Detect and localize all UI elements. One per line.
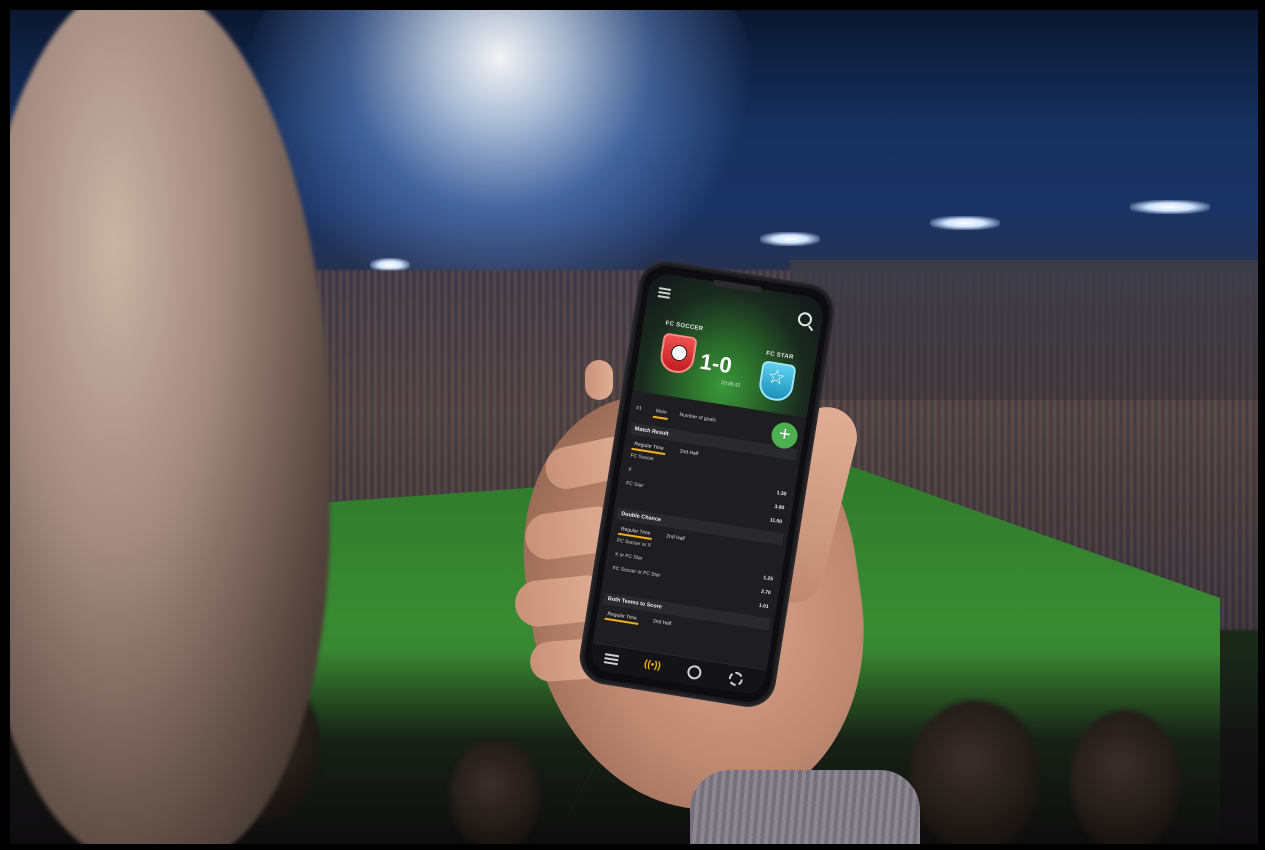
sweater-sleeve	[690, 770, 920, 844]
plus-icon: +	[777, 422, 793, 447]
subtab-2nd-half[interactable]: 2nd Half	[652, 618, 671, 627]
odds-row[interactable]: FC Soccer or FC Star 2.70	[612, 565, 771, 596]
away-team-name: FC STAR	[765, 350, 794, 361]
stadium-roof	[790, 260, 1258, 400]
spectator-head	[910, 700, 1040, 844]
live-icon[interactable]: ((•))	[643, 657, 661, 673]
tab-number[interactable]: #1	[636, 405, 642, 412]
home-team-name: FC SOCCER	[665, 320, 704, 333]
list-icon[interactable]	[603, 651, 620, 667]
odds-value: 3.80	[774, 503, 785, 512]
spectator-head	[450, 740, 540, 844]
match-header: FC SOCCER FC STAR ☆ 1-0 20:45:42	[632, 271, 826, 418]
outcome-label: X	[627, 466, 633, 473]
home-team-crest	[658, 332, 698, 376]
outcome-label: FC Soccer or X	[616, 537, 652, 549]
menu-icon[interactable]	[657, 285, 672, 301]
match-time: 20:45:42	[720, 379, 741, 389]
away-team-crest: ☆	[757, 360, 797, 404]
finger	[585, 360, 613, 400]
odds-row[interactable]: FC Star 3.80	[626, 480, 785, 511]
tab-main[interactable]: Main	[655, 408, 667, 416]
section-title: Both Teams to Score	[602, 592, 771, 631]
floodlight	[1130, 200, 1210, 214]
ball-icon[interactable]	[686, 664, 703, 681]
soccer-ball-icon	[669, 343, 689, 363]
stadium-photo: FC SOCCER FC STAR ☆ 1-0 20:45:42 + #1 Ma…	[10, 10, 1258, 844]
subtab-regular-time[interactable]: Regular Time	[607, 611, 637, 622]
spectator-head	[1070, 710, 1180, 844]
floodlight	[760, 232, 820, 246]
star-icon: ☆	[765, 365, 788, 390]
subtab-regular-time[interactable]: Regular Time	[620, 526, 650, 537]
outcome-label: FC Soccer	[630, 452, 655, 463]
photo-frame: FC SOCCER FC STAR ☆ 1-0 20:45:42 + #1 Ma…	[0, 0, 1265, 850]
floodlight	[930, 216, 1000, 230]
search-icon[interactable]	[796, 311, 813, 328]
outcome-label: FC Soccer or FC Star	[612, 565, 661, 579]
tab-number-of-goals[interactable]: Number of goals	[679, 412, 716, 424]
subtab-2nd-half[interactable]: 2nd Half	[679, 448, 698, 457]
odds-value: 2.70	[760, 588, 772, 597]
section-title: Double Chance	[616, 507, 785, 546]
gear-icon[interactable]	[727, 670, 744, 687]
subtab-2nd-half[interactable]: 2nd Half	[666, 533, 685, 542]
odds-value: 11.00	[769, 517, 783, 526]
odds-value: 1.30	[776, 490, 787, 498]
outcome-label: X or FC Star	[614, 551, 643, 562]
odds-value: 1.25	[762, 574, 774, 583]
match-score: 1-0	[698, 348, 734, 379]
odds-value: 1.01	[758, 602, 769, 611]
outcome-label: FC Star	[625, 480, 644, 489]
subtab-regular-time[interactable]: Regular Time	[634, 441, 664, 452]
